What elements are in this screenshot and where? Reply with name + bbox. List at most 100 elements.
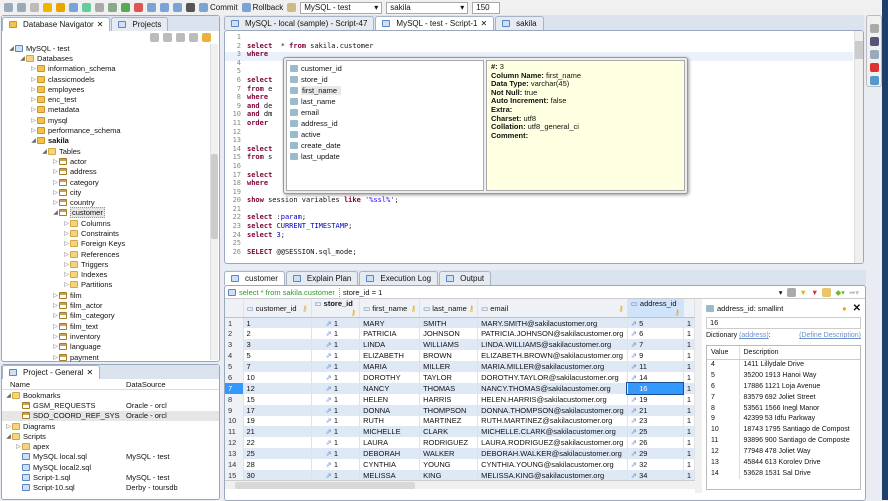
table-cell[interactable]: ⇗ 1 <box>311 371 361 383</box>
table-cell[interactable]: 1 <box>683 317 695 329</box>
autocomplete-item[interactable]: active <box>290 129 480 140</box>
dictionary-row[interactable]: 4 1411 Lillydale Drive <box>707 359 860 370</box>
link-icon[interactable]: ⇗ <box>631 449 639 458</box>
table-cell[interactable]: DOROTHY.TAYLOR@sakilacustomer.org <box>477 371 628 383</box>
table-cell[interactable]: LINDA.WILLIAMS@sakilacustomer.org <box>477 339 628 351</box>
table-row[interactable]: 12 22 ⇗ 1 LAURA RODRIGUEZ LAURA.RODRIGUEZ@sak… <box>225 437 695 449</box>
filter-input[interactable]: store_id = 1 <box>338 287 739 297</box>
tree-node[interactable]: ▷ Columns <box>8 218 219 228</box>
new-script-icon[interactable] <box>69 3 78 12</box>
link-icon[interactable]: ⇗ <box>631 329 639 338</box>
sort-icon[interactable]: ⚷ <box>302 304 308 313</box>
column-header-value[interactable]: Value <box>707 346 740 360</box>
table-cell[interactable]: LINDA <box>359 339 421 351</box>
dictionary-row[interactable]: 10 18743 1795 Santiago de Compost <box>707 424 860 436</box>
compare-icon[interactable] <box>134 3 143 12</box>
pin-icon[interactable]: ● <box>842 304 847 313</box>
table-cell[interactable]: MILLER <box>419 361 479 372</box>
project-row[interactable]: SDO_COORD_REF_SYS Oracle - orcl <box>2 410 219 421</box>
table-cell[interactable]: MARIA.MILLER@sakilacustomer.org <box>477 361 628 372</box>
table-cell[interactable]: LAURA <box>359 437 421 449</box>
table-cell[interactable]: ⇗ 1 <box>311 393 361 405</box>
dictionary-row[interactable]: 8 53561 1566 Inegl Manor <box>707 402 860 414</box>
table-cell[interactable]: DEBORAH.WALKER@sakilacustomer.org <box>477 448 628 460</box>
expand-arrow-icon[interactable]: ▷ <box>52 168 59 175</box>
link-icon[interactable]: ⇗ <box>631 319 639 328</box>
table-cell[interactable]: LAURA.RODRIGUEZ@sakilacustomer.org <box>477 437 628 449</box>
column-header-description[interactable]: Description <box>739 346 860 360</box>
schema-selector[interactable]: sakila ▾ <box>386 1 469 14</box>
table-cell[interactable]: CYNTHIA.YOUNG@sakilacustomer.org <box>477 459 628 470</box>
expand-arrow-icon[interactable]: ▷ <box>30 86 37 93</box>
expand-arrow-icon[interactable]: ▷ <box>15 443 22 450</box>
dictionary-row[interactable]: 5 35200 1913 Hanoi Way <box>707 369 860 381</box>
tree-node[interactable]: ▷ film_category <box>8 311 219 321</box>
table-cell[interactable]: ⇗ 26 <box>627 437 684 449</box>
explain-icon[interactable] <box>82 3 91 12</box>
collapse-icon[interactable] <box>189 32 198 42</box>
link-icon[interactable]: ⇗ <box>326 373 334 382</box>
grid-horizontal-scrollbar[interactable] <box>225 480 695 489</box>
autocomplete-item[interactable]: last_update <box>290 151 480 162</box>
table-cell[interactable]: MARTINEZ <box>419 415 479 427</box>
expand-arrow-icon[interactable]: ▷ <box>5 423 12 430</box>
column-header[interactable]: ▭ last_name ⚷ <box>419 299 479 318</box>
expand-arrow-icon[interactable]: ▷ <box>63 271 70 278</box>
expand-arrow-icon[interactable]: ▷ <box>30 76 37 83</box>
table-cell[interactable]: 1 <box>683 459 695 470</box>
clear-filter-icon[interactable]: ▼ <box>811 288 818 297</box>
chevron-down-icon[interactable]: ▾ <box>779 288 783 297</box>
sql-editor-icon[interactable] <box>147 3 156 12</box>
collapse-arrow-icon[interactable]: ◢ <box>52 209 59 216</box>
table-cell[interactable]: 1 <box>683 426 695 438</box>
tree-node[interactable]: ▷ Partitions <box>8 280 219 290</box>
table-cell[interactable]: ⇗ 21 <box>627 404 684 416</box>
table-cell[interactable]: 17 <box>243 404 312 416</box>
link-icon[interactable]: ⇗ <box>631 406 639 415</box>
back-arrow-icon[interactable]: ◆▾ <box>835 288 845 297</box>
editor-tab[interactable]: MySQL - test - Script-1 ✕ <box>375 16 495 30</box>
expand-arrow-icon[interactable]: ▷ <box>30 117 37 124</box>
expand-arrow-icon[interactable]: ▷ <box>30 96 37 103</box>
table-cell[interactable]: 19 <box>243 415 312 427</box>
tab-project-general[interactable]: Project - General ✕ <box>2 365 101 379</box>
new-connection-icon[interactable] <box>150 32 159 42</box>
disconnect-icon[interactable] <box>17 3 26 12</box>
expand-arrow-icon[interactable]: ◢ <box>5 433 12 440</box>
tree-node[interactable]: ◢ customer <box>8 207 219 219</box>
link-icon[interactable]: ⇗ <box>631 373 639 382</box>
collapse-arrow-icon[interactable]: ◢ <box>8 45 15 52</box>
column-header-name[interactable]: Name <box>2 380 126 389</box>
close-icon[interactable]: ✕ <box>853 303 861 314</box>
table-cell[interactable]: 1 <box>683 382 695 394</box>
table-cell[interactable]: THOMAS <box>419 382 479 394</box>
dictionary-row[interactable]: 6 17886 1121 Loja Avenue <box>707 380 860 392</box>
value-field[interactable]: 16 <box>706 317 861 329</box>
table-cell[interactable]: 1 <box>683 328 695 340</box>
table-cell[interactable]: THOMPSON <box>419 404 479 416</box>
table-cell[interactable]: 28 <box>243 459 312 470</box>
table-cell[interactable]: MICHELLE.CLARK@sakilacustomer.org <box>477 426 628 438</box>
dictionary-table[interactable]: Value Description 4 1411 Lillydale Drive 5 35… <box>707 346 860 479</box>
table-cell[interactable]: HELEN.HARRIS@sakilacustomer.org <box>477 393 628 405</box>
expand-arrow-icon[interactable]: ▷ <box>52 199 59 206</box>
table-cell[interactable]: TAYLOR <box>419 371 479 383</box>
project-row[interactable]: ▷ Diagrams <box>2 421 219 431</box>
link-icon[interactable]: ⇗ <box>631 395 639 404</box>
table-row[interactable]: 9 17 ⇗ 1 DONNA THOMPSON DONNA.THOMPSON@sakila… <box>225 404 695 416</box>
tree-node[interactable]: ▷ category <box>8 177 219 187</box>
table-cell[interactable]: 1 <box>683 361 695 372</box>
table-cell[interactable]: ⇗ 1 <box>311 361 361 372</box>
link-icon[interactable]: ⇗ <box>326 340 334 349</box>
autocomplete-item[interactable]: last_name <box>290 96 480 107</box>
sort-icon[interactable]: ⚷ <box>469 304 475 313</box>
collapse-arrow-icon[interactable]: ◢ <box>30 137 37 144</box>
expand-arrow-icon[interactable]: ▷ <box>63 240 70 247</box>
table-cell[interactable]: 10 <box>243 371 312 383</box>
tree-node[interactable]: ▷ payment <box>8 352 219 362</box>
link-icon[interactable]: ⇗ <box>326 449 334 458</box>
table-cell[interactable]: BROWN <box>419 350 479 362</box>
export-icon[interactable] <box>108 3 117 12</box>
link-icon[interactable]: ⇗ <box>631 340 639 349</box>
execute-script-icon[interactable] <box>56 3 65 12</box>
